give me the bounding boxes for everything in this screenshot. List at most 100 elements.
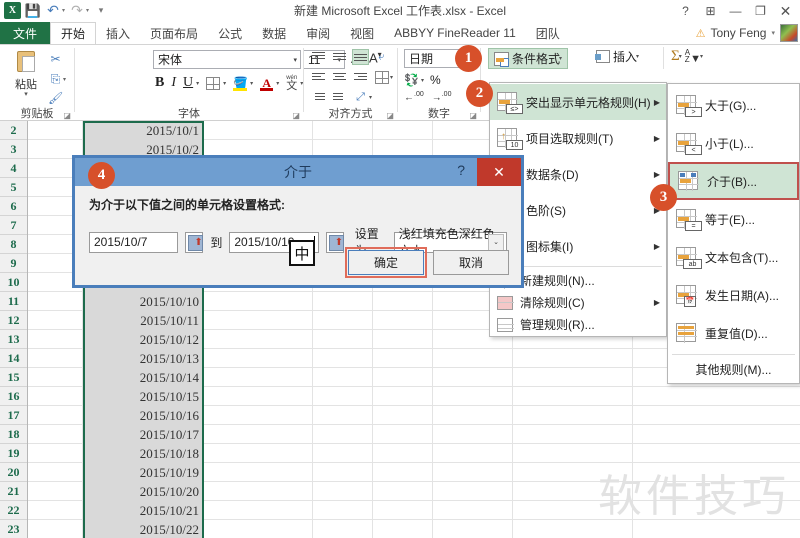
date-cell[interactable]: 2015/10/11 bbox=[83, 311, 203, 330]
row-header[interactable]: 3 bbox=[0, 140, 27, 159]
date-cell[interactable]: 2015/10/22 bbox=[83, 520, 203, 538]
cell[interactable] bbox=[28, 311, 83, 330]
cell[interactable] bbox=[203, 444, 313, 463]
submenu-item-equal-to[interactable]: = 等于(E)... bbox=[668, 200, 799, 238]
copy-button[interactable]: ⎘ ▾ bbox=[48, 69, 70, 89]
copy-caret-icon[interactable]: ▾ bbox=[63, 76, 66, 83]
ribbon-display-options-button[interactable]: ⊞ bbox=[698, 0, 723, 22]
paste-caret-icon[interactable]: ▾ bbox=[6, 91, 46, 98]
tab-abbyy-finereader[interactable]: ABBYY FineReader 11 bbox=[384, 22, 526, 44]
cell[interactable] bbox=[313, 520, 373, 538]
cell[interactable] bbox=[373, 368, 433, 387]
row-header[interactable]: 7 bbox=[0, 216, 27, 235]
row-header[interactable]: 14 bbox=[0, 349, 27, 368]
cf-menu-item-clear-rules[interactable]: 清除规则(C) ▶ bbox=[490, 291, 666, 313]
cell[interactable] bbox=[433, 482, 513, 501]
fill-color-caret-icon[interactable]: ▾ bbox=[250, 80, 253, 87]
cell[interactable] bbox=[313, 349, 373, 368]
table-row[interactable]: 2015/10/16 bbox=[28, 406, 800, 425]
cell[interactable] bbox=[28, 501, 83, 520]
range-selector-from-button[interactable]: ⬆ bbox=[185, 231, 204, 253]
orientation-caret-icon[interactable]: ▾ bbox=[369, 94, 372, 101]
submenu-item-more-rules[interactable]: 其他规则(M)... bbox=[668, 357, 799, 381]
cell[interactable] bbox=[373, 444, 433, 463]
number-dialog-launcher[interactable]: ◪ bbox=[469, 111, 477, 120]
font-color-icon[interactable]: A bbox=[260, 76, 274, 91]
highlight-cells-rules-submenu[interactable]: > 大于(G)... < 小于(L)... 介于(B)... = 等于(E)..… bbox=[667, 83, 800, 384]
cell[interactable] bbox=[373, 463, 433, 482]
decrease-indent-button[interactable] bbox=[310, 89, 327, 105]
row-header[interactable]: 23 bbox=[0, 520, 27, 538]
date-cell[interactable]: 2015/10/1 bbox=[83, 121, 203, 140]
cell[interactable] bbox=[433, 501, 513, 520]
increase-indent-button[interactable] bbox=[331, 89, 348, 105]
row-header[interactable]: 22 bbox=[0, 501, 27, 520]
row-header[interactable]: 20 bbox=[0, 463, 27, 482]
cell[interactable] bbox=[28, 463, 83, 482]
cancel-button[interactable]: 取消 bbox=[433, 250, 509, 275]
cell[interactable] bbox=[373, 292, 433, 311]
cell[interactable] bbox=[513, 387, 633, 406]
orientation-button[interactable]: ⤢ bbox=[352, 89, 369, 105]
row-header[interactable]: 17 bbox=[0, 406, 27, 425]
cell[interactable] bbox=[203, 349, 313, 368]
cell[interactable] bbox=[203, 425, 313, 444]
user-caret-icon[interactable]: ▾ bbox=[771, 29, 775, 37]
tab-insert[interactable]: 插入 bbox=[96, 22, 140, 44]
insert-caret-icon[interactable]: ▾ bbox=[636, 53, 639, 60]
sort-filter-icon[interactable]: A Z▼ bbox=[685, 48, 701, 65]
cell[interactable] bbox=[203, 501, 313, 520]
paste-button[interactable]: 粘贴 ▾ bbox=[6, 49, 46, 98]
tab-view[interactable]: 视图 bbox=[340, 22, 384, 44]
between-dialog[interactable]: 介于 ? ✕ 为介于以下值之间的单元格设置格式: 2015/10/7 ⬆ 到 2… bbox=[72, 155, 524, 288]
bold-button[interactable]: B bbox=[155, 75, 164, 91]
cell[interactable] bbox=[513, 368, 633, 387]
submenu-item-text-contains[interactable]: ab 文本包含(T)... bbox=[668, 238, 799, 276]
submenu-item-duplicate-values[interactable]: 重复值(D)... bbox=[668, 314, 799, 352]
tab-formulas[interactable]: 公式 bbox=[208, 22, 252, 44]
decrease-decimal-icon[interactable]: →.00 bbox=[432, 91, 452, 103]
date-cell[interactable]: 2015/10/10 bbox=[83, 292, 203, 311]
row-header[interactable]: 21 bbox=[0, 482, 27, 501]
row-header[interactable]: 8 bbox=[0, 235, 27, 254]
date-cell[interactable]: 2015/10/14 bbox=[83, 368, 203, 387]
cell[interactable] bbox=[313, 463, 373, 482]
cell[interactable] bbox=[28, 482, 83, 501]
align-center-button[interactable] bbox=[331, 69, 348, 85]
submenu-item-greater-than[interactable]: > 大于(G)... bbox=[668, 86, 799, 124]
cell[interactable] bbox=[313, 311, 373, 330]
alignment-dialog-launcher[interactable]: ◪ bbox=[386, 111, 394, 120]
align-left-button[interactable] bbox=[310, 69, 327, 85]
cell[interactable] bbox=[433, 368, 513, 387]
minimize-button[interactable]: — bbox=[723, 0, 748, 22]
cell[interactable] bbox=[433, 520, 513, 538]
cell[interactable] bbox=[313, 425, 373, 444]
row-header[interactable]: 13 bbox=[0, 330, 27, 349]
cell[interactable] bbox=[203, 406, 313, 425]
cell[interactable] bbox=[433, 406, 513, 425]
submenu-item-a-date-occurring[interactable]: 📅 发生日期(A)... bbox=[668, 276, 799, 314]
maximize-button[interactable]: ❐ bbox=[748, 0, 773, 22]
align-right-button[interactable] bbox=[352, 69, 369, 85]
cell[interactable] bbox=[373, 425, 433, 444]
merge-caret-icon[interactable]: ▾ bbox=[390, 74, 393, 81]
dialog-help-button[interactable]: ? bbox=[457, 162, 465, 178]
underline-caret-icon[interactable]: ▾ bbox=[196, 80, 199, 87]
cell[interactable] bbox=[513, 425, 633, 444]
cell[interactable] bbox=[28, 520, 83, 538]
row-header[interactable]: 12 bbox=[0, 311, 27, 330]
cell[interactable] bbox=[433, 425, 513, 444]
cell[interactable] bbox=[373, 406, 433, 425]
percent-style-button[interactable]: % bbox=[430, 73, 441, 87]
conditional-formatting-button[interactable]: 条件格式 ▾ bbox=[488, 48, 569, 69]
cell[interactable] bbox=[28, 425, 83, 444]
row-header[interactable]: 10 bbox=[0, 273, 27, 292]
close-button[interactable]: ✕ bbox=[773, 0, 798, 22]
accounting-caret-icon[interactable]: ▾ bbox=[421, 77, 424, 84]
value-from-input[interactable]: 2015/10/7 bbox=[89, 231, 179, 253]
date-cell[interactable]: 2015/10/12 bbox=[83, 330, 203, 349]
conditional-formatting-caret-icon[interactable]: ▾ bbox=[559, 55, 562, 62]
align-top-button[interactable] bbox=[310, 49, 327, 65]
cell[interactable] bbox=[373, 482, 433, 501]
cell[interactable] bbox=[373, 520, 433, 538]
